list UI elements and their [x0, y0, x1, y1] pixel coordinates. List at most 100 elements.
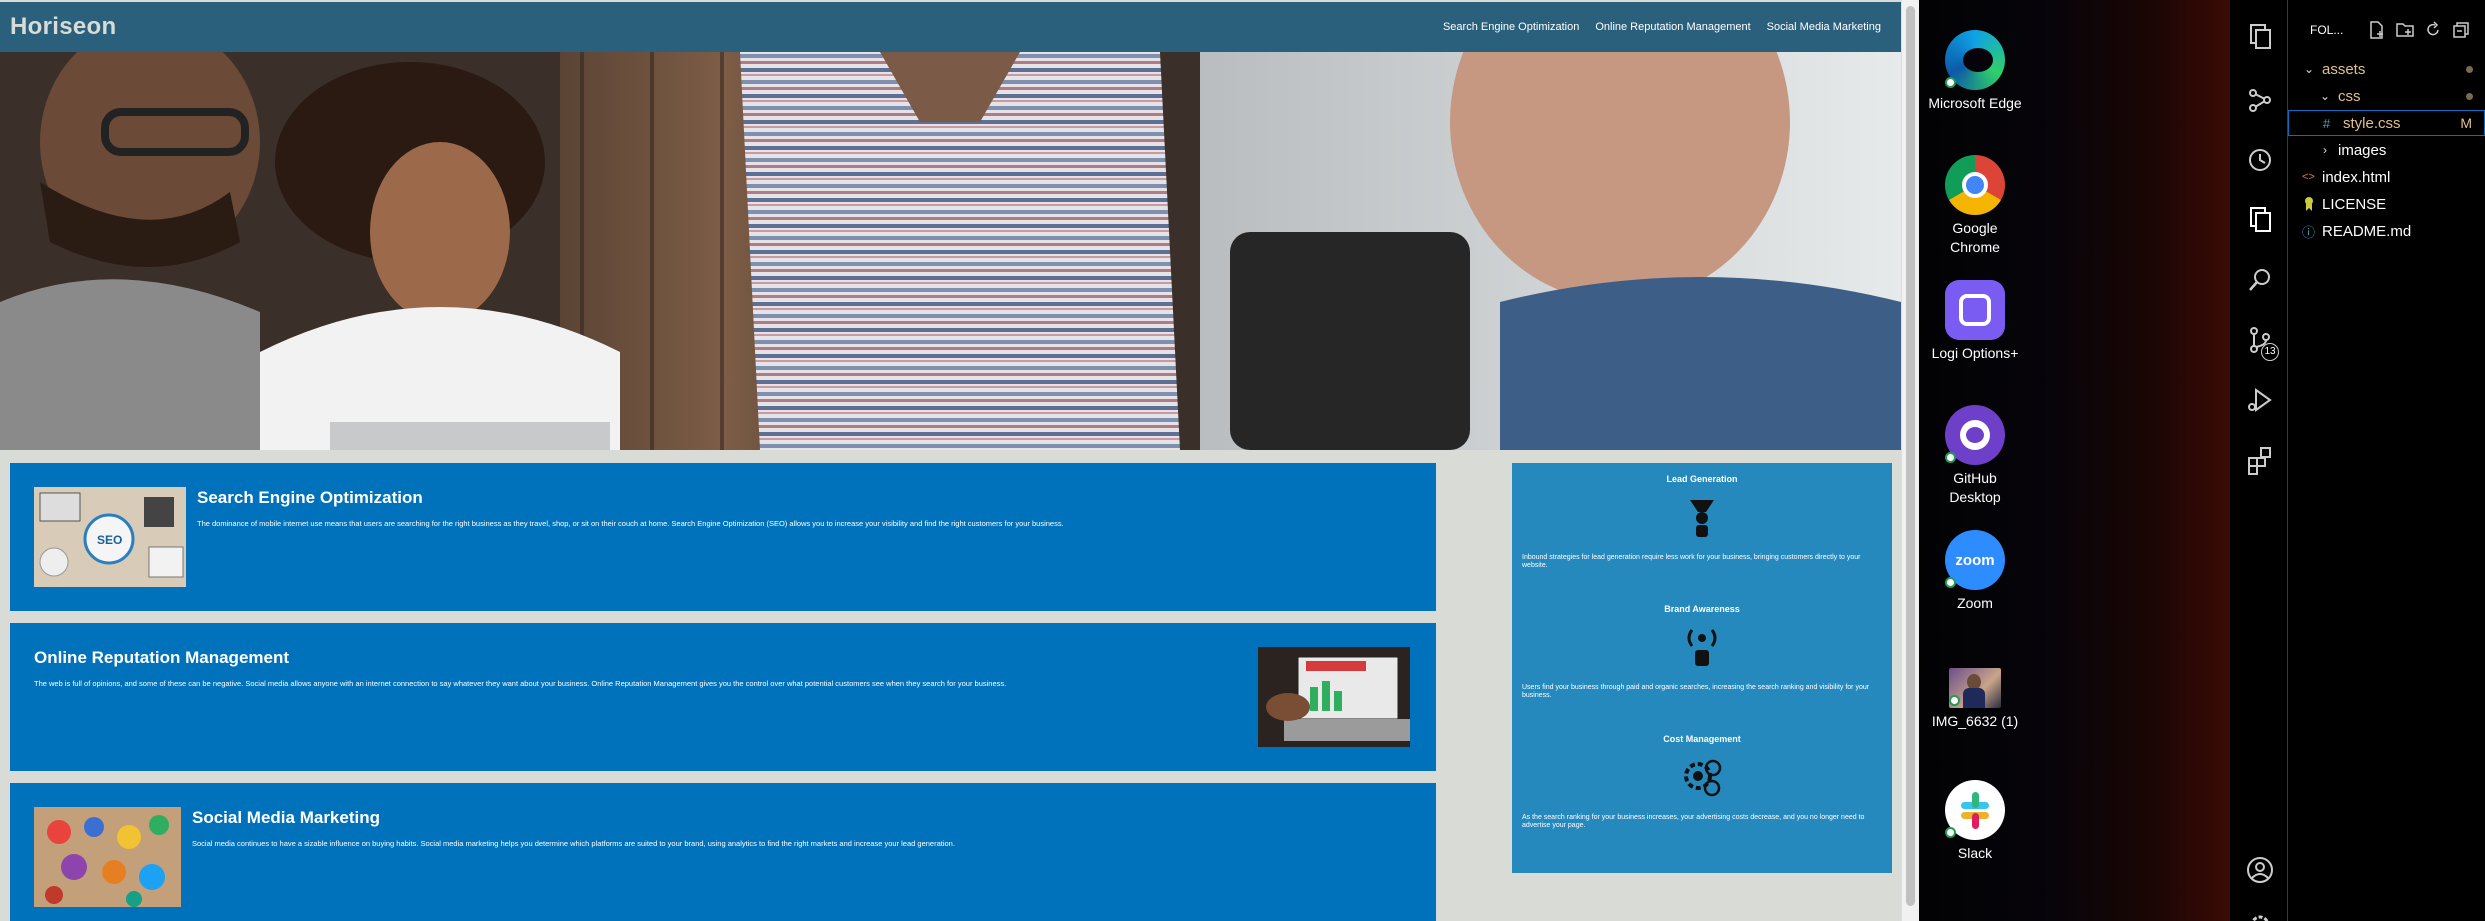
browser-viewport: Horiseon Search Engine Optimization Onli… [0, 0, 1901, 921]
lead-generation-icon [1690, 500, 1714, 537]
new-folder-icon[interactable] [2396, 21, 2414, 39]
nav-link-social[interactable]: Social Media Marketing [1767, 21, 1881, 33]
explorer-actions [2368, 21, 2470, 39]
browser-scrollbar[interactable] [1901, 0, 1919, 921]
svg-text:SEO: SEO [97, 533, 122, 547]
chrome-icon [1945, 155, 2005, 215]
activity-bar: 13 [2230, 0, 2288, 921]
tree-file-readme[interactable]: ⓘ README.md [2288, 218, 2485, 244]
chevron-right-icon: › [2323, 143, 2327, 157]
tree-label: LICENSE [2322, 195, 2387, 213]
tree-folder-assets[interactable]: ⌄ assets [2288, 56, 2485, 82]
files-icon[interactable] [2245, 205, 2275, 235]
explorer-icon[interactable] [2245, 22, 2275, 52]
social-image [34, 807, 181, 907]
card-title: Search Engine Optimization [197, 488, 423, 507]
hero-image [0, 52, 1901, 450]
edge-icon [1945, 30, 2005, 90]
desktop-icon-label: Google Chrome [1950, 220, 2000, 255]
vscode-window: 13 FOL... ⌄ assets ⌄ css # style.css M ›… [2230, 0, 2485, 921]
tree-file-license[interactable]: LICENSE [2288, 191, 2485, 217]
card-reputation: Online Reputation Management The web is … [10, 623, 1436, 771]
slack-icon [1945, 780, 2005, 840]
chevron-down-icon: ⌄ [2303, 62, 2315, 76]
site-logo[interactable]: Horiseon [10, 13, 116, 41]
desktop-icon-label: Logi Options+ [1931, 345, 2019, 361]
license-icon [2305, 197, 2313, 211]
source-control-badge: 13 [2261, 343, 2279, 361]
extensions-icon[interactable] [2245, 445, 2275, 475]
tree-label: README.md [2322, 222, 2412, 240]
modified-dot [2466, 65, 2473, 73]
nav-link-seo[interactable]: Search Engine Optimization [1443, 21, 1579, 33]
tree-file-style-css[interactable]: # style.css M [2288, 110, 2485, 136]
tree-folder-css[interactable]: ⌄ css [2288, 83, 2485, 109]
explorer-panel: FOL... ⌄ assets ⌄ css # style.css M › im… [2288, 0, 2485, 921]
card-text: The dominance of mobile internet use mea… [197, 519, 1064, 528]
benefit-lead: Lead Generation Inbound strategies for l… [1522, 474, 1882, 571]
benefit-text: Users find your business through paid an… [1522, 684, 1870, 700]
card-title: Online Reputation Management [34, 648, 290, 667]
info-icon: ⓘ [2302, 224, 2316, 240]
new-file-icon[interactable] [2368, 21, 2386, 39]
share-graph-icon[interactable] [2245, 85, 2275, 115]
card-seo: SEO Search Engine Optimization The domin… [10, 463, 1436, 611]
search-icon[interactable] [2245, 265, 2275, 295]
css-file-icon: # [2323, 115, 2331, 131]
explorer-title: FOL... [2310, 23, 2344, 37]
site-header: Horiseon Search Engine Optimization Onli… [0, 2, 1901, 52]
logi-icon [1945, 280, 2005, 340]
desktop: Microsoft Edge Google Chrome Logi Option… [1919, 0, 2230, 921]
desktop-icon-logi[interactable]: Logi Options+ [1927, 280, 2023, 363]
desktop-icon-label: GitHub Desktop [1949, 470, 2001, 505]
nav-link-reputation[interactable]: Online Reputation Management [1595, 21, 1750, 33]
tree-label: css [2338, 87, 2361, 105]
modified-dot [2466, 92, 2473, 100]
photo-thumbnail-icon [1949, 668, 2001, 708]
desktop-icon-label: Zoom [1957, 595, 1993, 611]
github-icon [1945, 405, 2005, 465]
desktop-icon-slack[interactable]: Slack [1927, 780, 2023, 863]
html-file-icon: <> [2302, 171, 2315, 183]
reputation-image [1258, 647, 1410, 747]
benefit-title: Cost Management [1663, 734, 1741, 744]
benefit-text: As the search ranking for your business … [1522, 814, 1865, 830]
run-debug-icon[interactable] [2245, 385, 2275, 415]
chevron-down-icon: ⌄ [2319, 89, 2331, 103]
desktop-icon-chrome[interactable]: Google Chrome [1927, 155, 2023, 257]
tree-label: index.html [2322, 168, 2391, 186]
card-title: Social Media Marketing [192, 808, 380, 827]
card-text: The web is full of opinions, and some of… [34, 679, 1007, 688]
desktop-icon-github[interactable]: GitHub Desktop [1927, 405, 2023, 507]
tree-label: assets [2322, 60, 2366, 78]
hero-illustration [0, 52, 1901, 450]
desktop-icon-edge[interactable]: Microsoft Edge [1927, 30, 2023, 113]
refresh-icon[interactable] [2424, 21, 2442, 39]
benefit-text: Inbound strategies for lead generation r… [1522, 554, 1861, 570]
explorer-header: FOL... [2288, 0, 2485, 60]
desktop-icon-label: IMG_6632 (1) [1931, 713, 2019, 729]
site-nav: Search Engine Optimization Online Reputa… [1443, 21, 1891, 33]
collapse-all-icon[interactable] [2452, 21, 2470, 39]
tree-folder-images[interactable]: › images [2288, 137, 2485, 163]
benefit-brand: Brand Awareness Users find your business… [1522, 604, 1882, 701]
cost-management-icon [1684, 759, 1722, 797]
tree-label: style.css [2343, 114, 2401, 132]
brand-awareness-icon [1687, 629, 1717, 666]
settings-gear-icon[interactable] [2245, 910, 2275, 921]
account-icon[interactable] [2245, 855, 2275, 885]
scrollbar-thumb[interactable] [1906, 6, 1915, 906]
tree-file-index-html[interactable]: <> index.html [2288, 164, 2485, 190]
timeline-icon[interactable] [2245, 145, 2275, 175]
benefit-cost: Cost Management As the search ranking fo… [1522, 734, 1882, 831]
modified-status: M [2460, 115, 2472, 131]
source-control-icon[interactable]: 13 [2245, 325, 2279, 361]
tree-label: images [2338, 141, 2387, 159]
card-text: Social media continues to have a sizable… [192, 839, 955, 848]
benefits-aside: Lead Generation Inbound strategies for l… [1512, 463, 1892, 873]
card-social: Social Media Marketing Social media cont… [10, 783, 1436, 921]
desktop-icon-zoom[interactable]: zoom Zoom [1927, 530, 2023, 613]
zoom-icon: zoom [1945, 530, 2005, 590]
desktop-icon-photo[interactable]: IMG_6632 (1) [1927, 668, 2023, 731]
desktop-icon-label: Microsoft Edge [1928, 95, 2022, 111]
